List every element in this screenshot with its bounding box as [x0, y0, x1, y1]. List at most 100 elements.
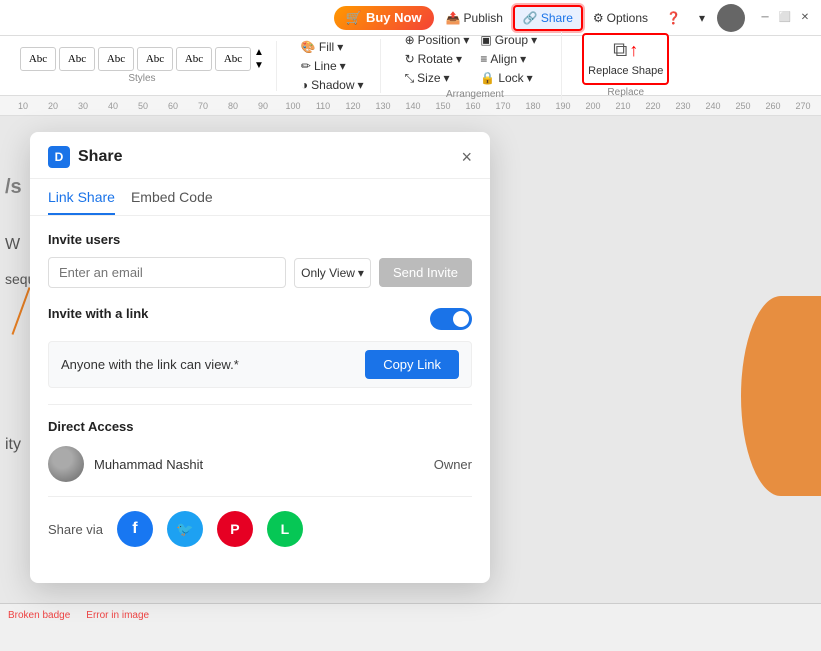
replace-shape-label: Replace Shape — [588, 65, 663, 78]
styles-scroll-up[interactable]: ▲ — [254, 47, 264, 58]
error-image-label: Error in image — [86, 610, 149, 621]
style-btn-2[interactable]: Abc — [59, 47, 95, 71]
pinterest-icon: P — [230, 521, 239, 537]
size-icon: ⤡ — [405, 71, 415, 86]
share-line-button[interactable]: L — [267, 511, 303, 547]
options-button[interactable]: ⚙ Options — [585, 7, 656, 29]
restore-button[interactable]: ⬜ — [777, 10, 793, 26]
lock-dropdown[interactable]: 🔒 Lock ▾ — [476, 70, 549, 87]
gear-icon: ⚙ — [593, 11, 604, 25]
invite-link-toggle[interactable] — [430, 308, 472, 330]
lock-label: Lock — [498, 71, 523, 85]
share-facebook-button[interactable]: f — [117, 511, 153, 547]
share-pinterest-button[interactable]: P — [217, 511, 253, 547]
position-label: Position — [418, 33, 461, 47]
avatar[interactable] — [717, 4, 745, 32]
style-buttons-group: Abc Abc Abc Abc Abc Abc ▲ ▼ — [20, 47, 264, 71]
canvas-text-ity: ity — [5, 436, 21, 454]
user-role: Owner — [434, 457, 472, 472]
share-via-label: Share via — [48, 522, 103, 537]
publish-label: Publish — [464, 11, 503, 25]
fill-line-shadow-section: 🎨 Fill ▾ ✏ Line ▾ ◑ Shadow ▾ — [285, 39, 381, 93]
arrangement-grid: ⊕ Position ▾ ▣ Group ▾ ↻ Rotate ▾ ≡ Alig… — [401, 32, 550, 87]
tab-link-share[interactable]: Link Share — [48, 189, 115, 215]
invite-link-title: Invite with a link — [48, 306, 148, 321]
share-modal: D Share × Link Share Embed Code Invite u… — [30, 132, 490, 583]
arrangement-label: Arrangement — [446, 89, 504, 100]
rotate-label: Rotate — [418, 52, 453, 66]
bottom-bar: Broken badge Error in image — [0, 603, 821, 627]
align-icon: ≡ — [480, 52, 487, 66]
replace-label: Replace — [607, 87, 644, 98]
ruler-content: 10 20 30 40 50 60 70 80 90 100 110 120 1… — [8, 101, 821, 111]
modal-body: Invite users Only View ▾ Send Invite Inv… — [30, 216, 490, 563]
help-icon: ❓ — [666, 11, 681, 25]
rotate-icon: ↻ — [405, 52, 415, 66]
position-icon: ⊕ — [405, 33, 415, 47]
toolbar-dropdowns: 🎨 Fill ▾ ✏ Line ▾ ◑ Shadow ▾ — [297, 39, 368, 93]
publish-button[interactable]: 📤 Publish — [438, 7, 511, 29]
permission-label: Only View — [301, 266, 355, 280]
arrangement-section: ⊕ Position ▾ ▣ Group ▾ ↻ Rotate ▾ ≡ Alig… — [389, 32, 563, 100]
size-dropdown[interactable]: ⤡ Size ▾ — [401, 70, 474, 87]
facebook-icon: f — [132, 520, 137, 538]
style-btn-6[interactable]: Abc — [215, 47, 251, 71]
line-arrow: ▾ — [340, 59, 346, 73]
invite-row: Only View ▾ Send Invite — [48, 257, 472, 288]
diagonal-line — [12, 287, 31, 335]
permission-select[interactable]: Only View ▾ — [294, 258, 371, 288]
replace-section: ⧉ ↑ Replace Shape Replace — [570, 33, 681, 97]
replace-shape-button[interactable]: ⧉ ↑ Replace Shape — [582, 33, 669, 84]
minimize-button[interactable]: ─ — [757, 10, 773, 26]
line-icon: ✏ — [301, 59, 311, 73]
expand-button[interactable]: ▾ — [691, 7, 713, 29]
align-label: Align — [490, 52, 517, 66]
group-dropdown[interactable]: ▣ Group ▾ — [476, 32, 549, 48]
tab-embed-code[interactable]: Embed Code — [131, 189, 213, 215]
fill-arrow: ▾ — [337, 40, 343, 54]
styles-scroll-down[interactable]: ▼ — [254, 60, 264, 71]
fill-icon: 🎨 — [301, 40, 316, 54]
twitter-icon: 🐦 — [176, 521, 193, 538]
chevron-down-icon: ▾ — [699, 11, 705, 25]
email-input[interactable] — [48, 257, 286, 288]
toggle-knob — [453, 311, 469, 327]
line-label: Line — [314, 59, 337, 73]
modal-title: D Share — [48, 146, 122, 168]
help-button[interactable]: ❓ — [658, 7, 689, 29]
align-dropdown[interactable]: ≡ Align ▾ — [476, 51, 549, 67]
invite-link-header: Invite with a link — [48, 306, 472, 331]
style-btn-5[interactable]: Abc — [176, 47, 212, 71]
share-button[interactable]: 🔗 Share — [513, 5, 583, 31]
permission-arrow: ▾ — [358, 266, 364, 280]
orange-shape — [741, 296, 821, 496]
style-btn-1[interactable]: Abc — [20, 47, 56, 71]
replace-shape-icon: ⧉ — [613, 39, 627, 62]
direct-access-title: Direct Access — [48, 419, 472, 434]
modal-close-button[interactable]: × — [461, 148, 472, 166]
shadow-dropdown[interactable]: ◑ Shadow ▾ — [297, 77, 368, 93]
rotate-dropdown[interactable]: ↻ Rotate ▾ — [401, 51, 474, 67]
style-btn-4[interactable]: Abc — [137, 47, 173, 71]
lock-icon: 🔒 — [480, 71, 495, 85]
buy-now-button[interactable]: 🛒 Buy Now — [334, 6, 434, 30]
fill-dropdown[interactable]: 🎨 Fill ▾ — [297, 39, 368, 55]
broken-badge-label: Broken badge — [8, 610, 70, 621]
position-dropdown[interactable]: ⊕ Position ▾ — [401, 32, 474, 48]
modal-title-text: Share — [78, 148, 122, 166]
share-twitter-button[interactable]: 🐦 — [167, 511, 203, 547]
close-button[interactable]: ✕ — [797, 10, 813, 26]
share-label: Share — [541, 11, 573, 25]
shadow-label: Shadow — [311, 78, 354, 92]
modal-tabs: Link Share Embed Code — [30, 179, 490, 216]
shadow-arrow: ▾ — [358, 78, 364, 92]
copy-link-button[interactable]: Copy Link — [365, 350, 459, 379]
style-btn-3[interactable]: Abc — [98, 47, 134, 71]
top-bar-actions: 📤 Publish 🔗 Share ⚙ Options ❓ ▾ — [438, 5, 713, 31]
replace-group: ⧉ ↑ Replace Shape — [582, 33, 669, 84]
send-invite-button[interactable]: Send Invite — [379, 258, 472, 287]
group-label: Group — [495, 33, 528, 47]
publish-icon: 📤 — [446, 11, 461, 25]
line-dropdown[interactable]: ✏ Line ▾ — [297, 58, 368, 74]
user-avatar — [48, 446, 84, 482]
